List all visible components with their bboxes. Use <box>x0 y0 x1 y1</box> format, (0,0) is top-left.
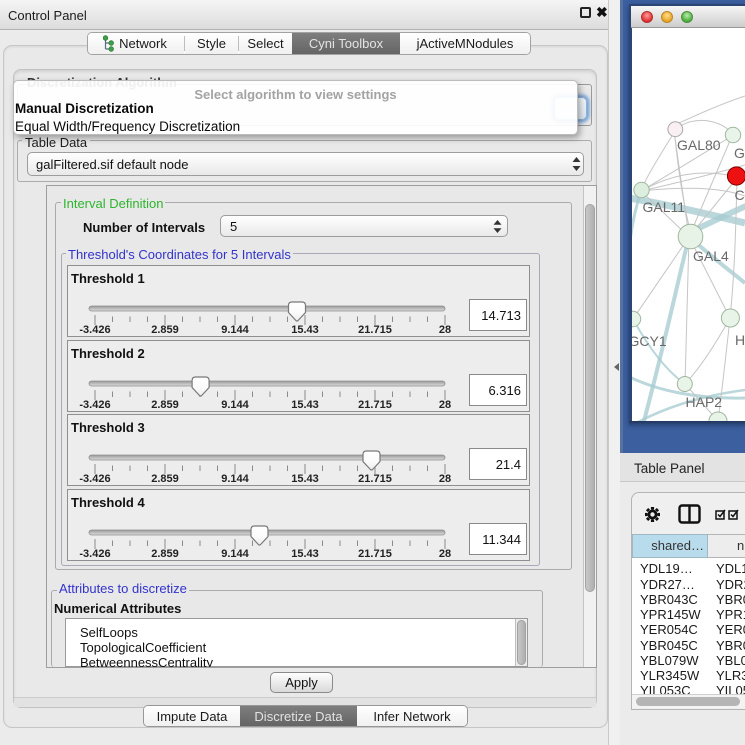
svg-text:GAL80: GAL80 <box>677 137 721 153</box>
svg-text:C: C <box>735 187 745 203</box>
svg-text:GCY1: GCY1 <box>632 333 667 349</box>
svg-text:G.: G. <box>734 145 745 161</box>
svg-text:GAL4: GAL4 <box>693 248 729 264</box>
svg-text:HAP2: HAP2 <box>686 394 723 410</box>
svg-text:H: H <box>735 332 745 348</box>
svg-text:GAL11: GAL11 <box>643 199 686 215</box>
